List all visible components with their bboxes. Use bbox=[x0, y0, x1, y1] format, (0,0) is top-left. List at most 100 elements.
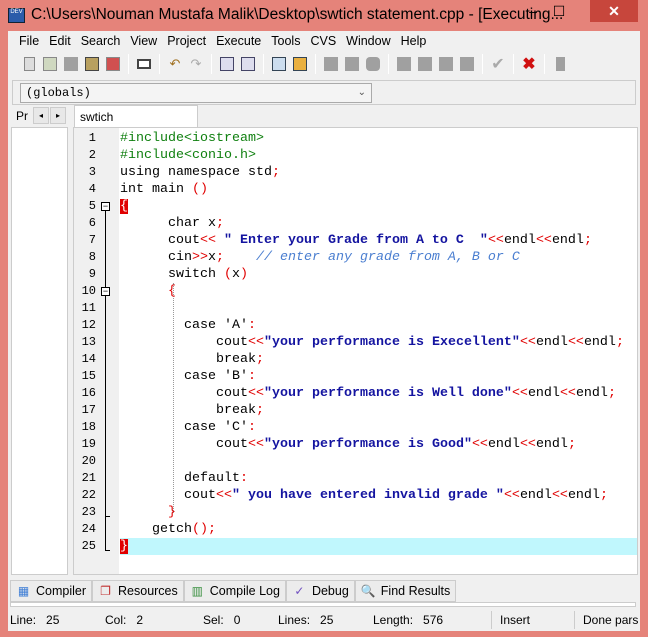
menu-project[interactable]: Project bbox=[162, 31, 211, 51]
tab-project[interactable]: Pr bbox=[16, 109, 28, 123]
code-line[interactable]: cout<<" you have entered invalid grade "… bbox=[120, 487, 637, 504]
back-icon[interactable] bbox=[322, 55, 340, 73]
compile-run-icon[interactable] bbox=[437, 55, 455, 73]
code-line[interactable]: switch (x) bbox=[120, 266, 637, 283]
tab-compile-log[interactable]: ▥Compile Log bbox=[184, 580, 286, 602]
code-line[interactable]: #include<iostream> bbox=[120, 130, 637, 147]
open-file-icon[interactable] bbox=[41, 55, 59, 73]
line-number: 24 bbox=[74, 521, 96, 538]
matched-brace: { bbox=[120, 199, 128, 214]
compile-icon[interactable] bbox=[395, 55, 413, 73]
output-panel bbox=[10, 602, 636, 607]
code-token: endl bbox=[576, 386, 608, 401]
tab-resources[interactable]: ❐Resources bbox=[92, 580, 184, 602]
insert-icon[interactable] bbox=[291, 55, 309, 73]
undo-icon[interactable]: ↶ bbox=[166, 55, 184, 73]
code-token: break bbox=[120, 352, 256, 367]
code-line[interactable] bbox=[120, 300, 637, 317]
tab-compiler[interactable]: ▦Compiler bbox=[10, 580, 92, 602]
code-line[interactable]: case 'C': bbox=[120, 419, 637, 436]
code-line[interactable]: default: bbox=[120, 470, 637, 487]
close-button[interactable]: ✕ bbox=[590, 0, 638, 22]
line-number: 20 bbox=[74, 453, 96, 470]
print-icon[interactable] bbox=[135, 55, 153, 73]
code-token: x bbox=[208, 250, 216, 265]
code-line[interactable]: case 'A': bbox=[120, 317, 637, 334]
code-token: ; bbox=[256, 403, 264, 418]
code-line[interactable]: char x; bbox=[120, 215, 637, 232]
code-line[interactable]: int main () bbox=[120, 181, 637, 198]
code-line[interactable]: #include<conio.h> bbox=[120, 147, 637, 164]
find-icon[interactable] bbox=[218, 55, 236, 73]
code-line[interactable]: { bbox=[120, 198, 637, 215]
col-value: 2 bbox=[136, 613, 143, 627]
project-tree[interactable] bbox=[11, 127, 68, 575]
parse-status: Done pars bbox=[583, 613, 638, 627]
code-line[interactable]: } bbox=[120, 504, 637, 521]
code-token: cout bbox=[120, 386, 248, 401]
menu-search[interactable]: Search bbox=[76, 31, 126, 51]
scroll-left-button[interactable]: ◂ bbox=[33, 107, 49, 124]
code-line[interactable]: break; bbox=[120, 402, 637, 419]
code-line[interactable]: cout<<"your performance is Execellent"<<… bbox=[120, 334, 637, 351]
line-value: 25 bbox=[46, 613, 59, 627]
menu-cvs[interactable]: CVS bbox=[305, 31, 341, 51]
toggle-icon[interactable] bbox=[364, 55, 382, 73]
code-line[interactable]: getch(); bbox=[120, 521, 637, 538]
goto-line-icon[interactable] bbox=[270, 55, 288, 73]
line-number: 22 bbox=[74, 487, 96, 504]
code-line[interactable]: cout<< " Enter your Grade from A to C "<… bbox=[120, 232, 637, 249]
tab-debug[interactable]: ✓Debug bbox=[286, 580, 355, 602]
code-line[interactable]: cin>>x; // enter any grade from A, B or … bbox=[120, 249, 637, 266]
rebuild-icon[interactable] bbox=[458, 55, 476, 73]
scroll-right-button[interactable]: ▸ bbox=[50, 107, 66, 124]
menu-tools[interactable]: Tools bbox=[266, 31, 305, 51]
stop-icon[interactable]: ✖ bbox=[520, 55, 538, 73]
code-token: << bbox=[216, 488, 232, 503]
fold-collapse-icon[interactable]: − bbox=[101, 287, 110, 296]
code-line[interactable]: } bbox=[120, 538, 637, 555]
line-number: 9 bbox=[74, 266, 96, 283]
menu-window[interactable]: Window bbox=[341, 31, 395, 51]
code-editor[interactable]: 1234567891011121314151617181920212223242… bbox=[73, 127, 638, 575]
scope-select[interactable]: (globals) ⌄ bbox=[20, 83, 372, 103]
menu-file[interactable]: File bbox=[14, 31, 44, 51]
maximize-button[interactable]: ☐ bbox=[546, 0, 572, 22]
code-line[interactable]: cout<<"your performance is Good"<<endl<<… bbox=[120, 436, 637, 453]
tab-find-results[interactable]: 🔍Find Results bbox=[355, 580, 456, 602]
toolbar-separator bbox=[482, 54, 483, 74]
profile-icon[interactable] bbox=[551, 55, 569, 73]
menu-help[interactable]: Help bbox=[396, 31, 432, 51]
code-token: " you have entered invalid grade " bbox=[232, 488, 504, 503]
line-number: 25 bbox=[74, 538, 96, 555]
menu-edit[interactable]: Edit bbox=[44, 31, 76, 51]
bottom-tabs: ▦Compiler❐Resources▥Compile Log✓Debug🔍Fi… bbox=[10, 580, 456, 602]
forward-icon[interactable] bbox=[343, 55, 361, 73]
redo-icon[interactable]: ↷ bbox=[187, 55, 205, 73]
code-token: } bbox=[168, 505, 176, 520]
save-icon[interactable] bbox=[62, 55, 80, 73]
code-line[interactable]: break; bbox=[120, 351, 637, 368]
code-line[interactable] bbox=[120, 453, 637, 470]
code-line[interactable]: cout<<"your performance is Well done"<<e… bbox=[120, 385, 637, 402]
tab-swtich-statement[interactable]: swtich statement.cpp bbox=[74, 105, 198, 127]
save-all-icon[interactable] bbox=[83, 55, 101, 73]
line-gutter: 1234567891011121314151617181920212223242… bbox=[74, 128, 119, 574]
menu-view[interactable]: View bbox=[125, 31, 162, 51]
compile-log-icon: ▥ bbox=[190, 584, 205, 599]
run-icon[interactable] bbox=[416, 55, 434, 73]
check-icon[interactable]: ✔ bbox=[489, 55, 507, 73]
fold-collapse-icon[interactable]: − bbox=[101, 202, 110, 211]
new-file-icon[interactable] bbox=[20, 55, 38, 73]
code-line[interactable]: using namespace std; bbox=[120, 164, 637, 181]
length-value: 576 bbox=[423, 613, 443, 627]
replace-icon[interactable] bbox=[239, 55, 257, 73]
minimize-button[interactable]: – bbox=[520, 0, 546, 22]
code-line[interactable]: case 'B': bbox=[120, 368, 637, 385]
line-number: 19 bbox=[74, 436, 96, 453]
tab-label: Debug bbox=[312, 584, 349, 598]
close-file-icon[interactable] bbox=[104, 55, 122, 73]
menu-execute[interactable]: Execute bbox=[211, 31, 266, 51]
fold-end-marker bbox=[105, 550, 110, 551]
code-line[interactable]: { bbox=[120, 283, 637, 300]
